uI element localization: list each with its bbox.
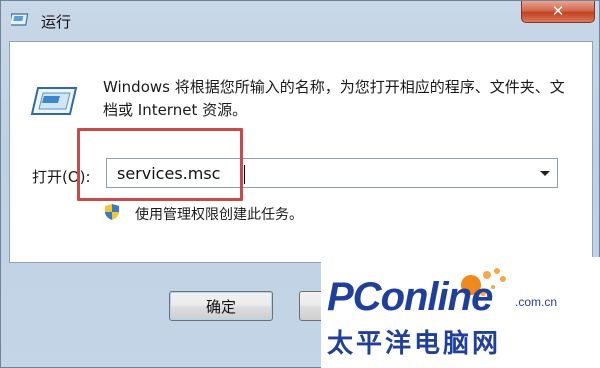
dialog-description: Windows 将根据您所输入的名称，为您打开相应的程序、文件夹、文档或 Int… xyxy=(103,78,565,119)
title-bar[interactable]: 运行 ✕ xyxy=(1,1,600,41)
watermark-chinese-name: 太平洋电脑网 xyxy=(327,329,502,359)
chevron-down-icon xyxy=(540,170,550,176)
run-program-icon xyxy=(30,87,78,115)
dropdown-button[interactable] xyxy=(533,159,557,187)
run-dialog-icon xyxy=(11,13,29,26)
watermark-domain: .com.cn xyxy=(515,295,558,309)
window-title: 运行 xyxy=(41,13,72,31)
uac-shield-icon xyxy=(105,204,119,220)
admin-note: 使用管理权限创建此任务。 xyxy=(135,207,303,223)
annotation-highlight-box xyxy=(77,128,243,201)
close-icon: ✕ xyxy=(551,2,565,20)
ok-button[interactable]: 确定 xyxy=(169,291,273,321)
close-button[interactable]: ✕ xyxy=(521,1,595,23)
pconline-watermark: PConline .com.cn 太平洋电脑网 xyxy=(321,257,600,368)
watermark-logo-text: PConline xyxy=(327,275,493,319)
text-caret xyxy=(244,165,245,184)
run-dialog-window: 运行 ✕ Windows 将根据您所输入的名称，为您打开相应的程序、文件夹、文档… xyxy=(0,0,600,368)
